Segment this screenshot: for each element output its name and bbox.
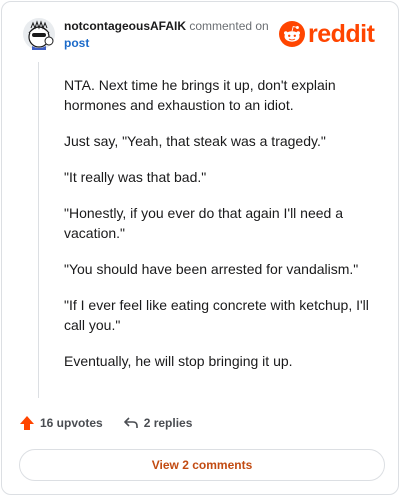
comment-card: notcontageousAFAIK commented on post red… [1,1,399,495]
comment-body: NTA. Next time he brings it up, don't ex… [64,75,379,387]
comment-footer: 16 upvotes 2 replies [19,415,192,431]
comment-paragraph: "Honestly, if you ever do that again I'l… [64,205,343,241]
avatar-icon [23,18,55,50]
username-link[interactable]: notcontageousAFAIK [64,19,186,33]
replies-button[interactable]: 2 replies [123,415,193,431]
post-link[interactable]: post [64,35,269,52]
reply-arrow-icon [123,417,138,428]
comment-paragraph: Just say, "Yeah, that steak was a traged… [64,133,326,149]
reddit-wordmark: reddit [308,20,375,48]
upvote-button[interactable]: 16 upvotes [19,415,103,431]
user-avatar[interactable] [22,17,56,51]
thread-line [38,62,39,398]
upvote-count: 16 upvotes [40,416,103,430]
view-comments-button[interactable]: View 2 comments [19,449,385,481]
comment-paragraph: "It really was that bad." [64,169,207,185]
reddit-logo[interactable]: reddit [279,20,375,48]
comment-paragraph: "You should have been arrested for vanda… [64,261,359,277]
comment-paragraph: "If I ever feel like eating concrete wit… [64,297,369,333]
comment-header: notcontageousAFAIK commented on post [64,18,269,52]
replies-count: 2 replies [143,416,193,430]
action-text: commented on [189,19,269,33]
comment-paragraph: Eventually, he will stop bringing it up. [64,353,293,369]
comment-paragraph: NTA. Next time he brings it up, don't ex… [64,77,336,113]
reddit-logo-icon [279,21,305,47]
upvote-arrow-icon [20,416,34,430]
